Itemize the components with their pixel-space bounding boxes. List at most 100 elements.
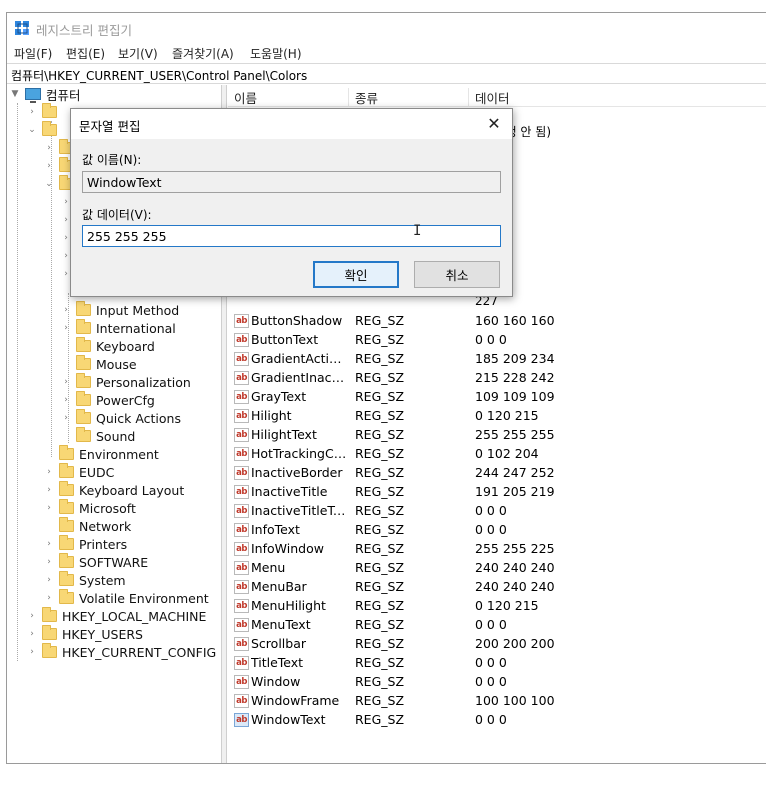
tree-item-system[interactable]: › System [43, 571, 126, 589]
table-row[interactable]: ab InfoText REG_SZ 0 0 0 [228, 521, 766, 540]
tree-item-label: System [79, 572, 126, 588]
tree-item-personalization[interactable]: › Personalization [60, 373, 191, 391]
value-name-cell: HotTrackingColor [251, 446, 348, 461]
menu-view[interactable]: 보기(V) [118, 45, 158, 62]
chevron-right-icon[interactable]: › [26, 646, 38, 658]
chevron-right-icon[interactable]: › [43, 160, 55, 172]
chevron-right-icon[interactable]: › [43, 556, 55, 568]
tree-item-quick-actions[interactable]: › Quick Actions [60, 409, 181, 427]
chevron-right-icon[interactable]: › [43, 502, 55, 514]
tree-item-powercfg[interactable]: › PowerCfg [60, 391, 155, 409]
string-value-icon: ab [234, 485, 249, 499]
tree-item-keyboard-layout[interactable]: › Keyboard Layout [43, 481, 184, 499]
table-row[interactable]: ab HilightText REG_SZ 255 255 255 [228, 426, 766, 445]
chevron-right-icon[interactable]: › [26, 106, 38, 118]
table-row[interactable]: ab WindowFrame REG_SZ 100 100 100 [228, 692, 766, 711]
table-row[interactable]: abGradientActiveTi... REG_SZ 185 209 234 [228, 350, 766, 369]
table-row[interactable]: ab TitleText REG_SZ 0 0 0 [228, 654, 766, 673]
tree-item-label: Mouse [96, 356, 137, 372]
table-row[interactable]: ab InactiveTitle REG_SZ 191 205 219 [228, 483, 766, 502]
table-row[interactable]: ab Menu REG_SZ 240 240 240 [228, 559, 766, 578]
tree-item-printers[interactable]: › Printers [43, 535, 127, 553]
tree-item-mouse[interactable]: Mouse [60, 355, 137, 373]
tree-item-volatile-environment[interactable]: › Volatile Environment [43, 589, 209, 607]
chevron-right-icon[interactable]: › [60, 412, 72, 424]
chevron-right-icon[interactable]: › [60, 322, 72, 334]
table-row[interactable]: abGradientInactive... REG_SZ 215 228 242 [228, 369, 766, 388]
table-row[interactable]: ab WindowText REG_SZ 0 0 0 [228, 711, 766, 730]
tree-item-partial[interactable]: ⌄ [26, 121, 62, 139]
tree-item-partial[interactable]: › [26, 103, 62, 121]
address-bar[interactable]: 컴퓨터\HKEY_CURRENT_USER\Control Panel\Colo… [7, 63, 766, 84]
chevron-right-icon[interactable]: › [43, 538, 55, 550]
chevron-right-icon[interactable]: › [43, 574, 55, 586]
chevron-right-icon[interactable]: › [43, 484, 55, 496]
table-row[interactable]: ab Window REG_SZ 0 0 0 [228, 673, 766, 692]
table-row[interactable]: ab ButtonText REG_SZ 0 0 0 [228, 331, 766, 350]
table-row[interactable]: ab InactiveBorder REG_SZ 244 247 252 [228, 464, 766, 483]
cancel-button[interactable]: 취소 [414, 261, 500, 288]
tree-item-eudc[interactable]: › EUDC [43, 463, 114, 481]
window-title: 레지스트리 편집기 [36, 23, 132, 38]
tree-item-microsoft[interactable]: › Microsoft [43, 499, 136, 517]
tree-item-environment[interactable]: Environment [43, 445, 159, 463]
table-row[interactable]: ab ButtonShadow REG_SZ 160 160 160 [228, 312, 766, 331]
chevron-right-icon[interactable]: › [43, 466, 55, 478]
table-row[interactable]: ab MenuHilight REG_SZ 0 120 215 [228, 597, 766, 616]
value-name-cell: Hilight [251, 408, 292, 423]
tree-item-software[interactable]: › SOFTWARE [43, 553, 148, 571]
folder-icon [59, 499, 74, 514]
menu-help[interactable]: 도움말(H) [250, 45, 302, 62]
table-row[interactable]: ab InactiveTitleText REG_SZ 0 0 0 [228, 502, 766, 521]
value-data-cell: 0 0 0 [475, 674, 507, 689]
chevron-down-icon[interactable]: ⌄ [43, 178, 55, 190]
chevron-right-icon[interactable]: › [26, 610, 38, 622]
value-data-cell: 215 228 242 [475, 370, 555, 385]
chevron-right-icon[interactable]: › [60, 304, 72, 316]
tree-item-sound[interactable]: Sound [60, 427, 135, 445]
tree-item-computer[interactable]: ▼ 컴퓨터 [9, 85, 81, 103]
table-row[interactable]: ab MenuBar REG_SZ 240 240 240 [228, 578, 766, 597]
tree-item-hklm[interactable]: › HKEY_LOCAL_MACHINE [26, 607, 206, 625]
tree-item-label: Keyboard [96, 338, 155, 354]
chevron-right-icon[interactable]: › [43, 142, 55, 154]
string-value-icon: ab [234, 523, 249, 537]
chevron-right-icon[interactable]: › [26, 628, 38, 640]
string-value-icon: ab [234, 504, 249, 518]
tree-item-label: Personalization [96, 374, 191, 390]
tree-item-keyboard[interactable]: Keyboard [60, 337, 155, 355]
table-row[interactable]: ab GrayText REG_SZ 109 109 109 [228, 388, 766, 407]
tree-item-network[interactable]: Network [43, 517, 131, 535]
menu-file[interactable]: 파일(F) [14, 45, 52, 62]
column-header-name[interactable]: 이름 [228, 88, 348, 106]
chevron-down-icon[interactable]: ▼ [9, 88, 21, 100]
chevron-right-icon[interactable]: › [60, 394, 72, 406]
chevron-right-icon[interactable]: › [43, 592, 55, 604]
value-name-cell: InfoWindow [251, 541, 324, 556]
tree-item-hkcc[interactable]: › HKEY_CURRENT_CONFIG [26, 643, 216, 661]
menu-favorites[interactable]: 즐겨찾기(A) [172, 45, 234, 62]
tree-item-input-method[interactable]: › Input Method [60, 301, 179, 319]
value-name-cell: WindowText [251, 712, 326, 727]
value-data-input[interactable]: 255 255 255 [82, 225, 501, 247]
table-row[interactable]: ab HotTrackingColor REG_SZ 0 102 204 [228, 445, 766, 464]
ok-button[interactable]: 확인 [313, 261, 399, 288]
table-row[interactable]: ab MenuText REG_SZ 0 0 0 [228, 616, 766, 635]
value-name-cell: GradientActiveTi... [251, 351, 348, 366]
tree-item-hku[interactable]: › HKEY_USERS [26, 625, 143, 643]
menu-edit[interactable]: 편집(E) [66, 45, 105, 62]
tree-item-label: Environment [79, 446, 159, 462]
value-name-cell: Menu [251, 560, 286, 575]
value-type-cell: REG_SZ [355, 674, 405, 689]
chevron-down-icon[interactable]: ⌄ [26, 124, 38, 136]
column-header-type[interactable]: 종류 [348, 88, 468, 106]
string-value-icon: ab [234, 314, 249, 328]
close-icon[interactable]: ✕ [484, 114, 504, 134]
value-name-cell: Window [251, 674, 301, 689]
column-header-data[interactable]: 데이터 [468, 88, 668, 106]
chevron-right-icon[interactable]: › [60, 376, 72, 388]
table-row[interactable]: ab Scrollbar REG_SZ 200 200 200 [228, 635, 766, 654]
tree-item-international[interactable]: › International [60, 319, 176, 337]
table-row[interactable]: ab InfoWindow REG_SZ 255 255 225 [228, 540, 766, 559]
table-row[interactable]: ab Hilight REG_SZ 0 120 215 [228, 407, 766, 426]
